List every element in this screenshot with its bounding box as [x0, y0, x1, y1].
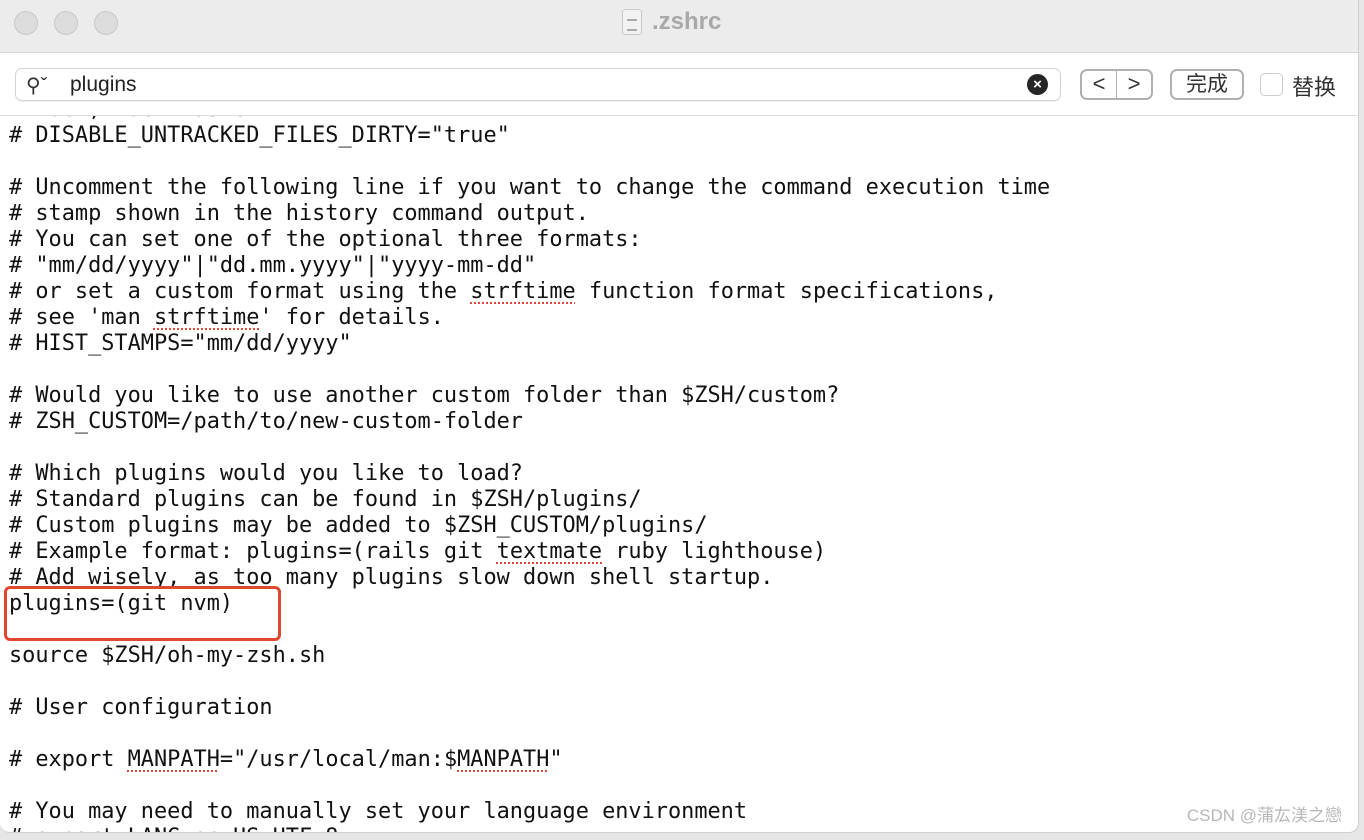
replace-label: 替换 — [1292, 75, 1337, 100]
previous-match-button[interactable]: < — [1082, 71, 1117, 98]
find-navigation: < > — [1080, 69, 1153, 100]
spellcheck-underline: strftime — [470, 279, 576, 304]
spellcheck-underline: strftime — [153, 305, 260, 330]
code-line: # DISABLE_UNTRACKED_FILES_DIRTY="true" — [9, 123, 510, 148]
code-line: # Standard plugins can be found in $ZSH/… — [9, 487, 642, 512]
code-line: # stamp shown in the history command out… — [9, 201, 589, 226]
code-line: # Uncomment the following line if you wa… — [9, 175, 1051, 200]
find-bar: ⚲ˇ × < > 完成 替换 — [0, 53, 1358, 116]
code-line: # User configuration — [9, 695, 273, 720]
code-line: # Custom plugins may be added to $ZSH_CU… — [9, 513, 708, 538]
title-bar: .zshrc — [0, 0, 1358, 53]
replace-checkbox[interactable] — [1260, 73, 1283, 96]
code-line: # "mm/dd/yyyy"|"dd.mm.yyyy"|"yyyy-mm-dd" — [9, 253, 537, 278]
next-match-button[interactable]: > — [1117, 71, 1151, 98]
spellcheck-underline: textmate — [496, 539, 603, 564]
code-line: # HIST_STAMPS="mm/dd/yyyy" — [9, 331, 352, 356]
clear-search-icon[interactable]: × — [1027, 74, 1048, 95]
annotation-highlight-box — [4, 586, 281, 641]
close-window-button[interactable] — [14, 11, 38, 35]
zoom-window-button[interactable] — [94, 11, 118, 35]
code-line: source $ZSH/oh-my-zsh.sh — [9, 643, 326, 668]
code-line: # export LANG=en_US.UTF-8 — [9, 825, 1050, 832]
code-line: # ZSH_CUSTOM=/path/to/new-custom-folder — [9, 409, 523, 434]
done-button[interactable]: 完成 — [1170, 69, 1244, 100]
document-icon — [622, 9, 642, 35]
spellcheck-underline: MANPATH — [457, 747, 550, 772]
search-icon[interactable]: ⚲ˇ — [26, 73, 47, 98]
code-line: # You can set one of the optional three … — [9, 227, 642, 252]
code-line: # or set a custom format using the strft… — [9, 279, 998, 304]
window-title-text: .zshrc — [652, 8, 722, 35]
code-line: # You may need to manually set your lang… — [9, 799, 748, 824]
search-field[interactable]: ⚲ˇ × — [15, 68, 1061, 101]
watermark: CSDN @蒲厷渼之戀 — [1186, 806, 1342, 825]
window-title: .zshrc — [622, 8, 721, 36]
code-line: # see 'man strftime' for details. — [9, 305, 444, 330]
code-line: # much, much faster. — [9, 116, 1050, 123]
code-line: # export MANPATH="/usr/local/man:$MANPAT… — [9, 747, 563, 772]
code-line: # Would you like to use another custom f… — [9, 383, 840, 408]
text-editor-window: .zshrc ⚲ˇ × < > 完成 替换 # much, much faste… — [0, 0, 1359, 833]
code-line: # Which plugins would you like to load? — [9, 461, 523, 486]
file-content: # much, much faster.# DISABLE_UNTRACKED_… — [9, 116, 1050, 832]
editor-text-area[interactable]: # much, much faster.# DISABLE_UNTRACKED_… — [0, 116, 1358, 832]
code-line: # Example format: plugins=(rails git tex… — [9, 539, 827, 564]
search-input[interactable] — [68, 72, 972, 98]
spellcheck-underline: MANPATH — [127, 747, 220, 772]
minimize-window-button[interactable] — [54, 11, 78, 35]
